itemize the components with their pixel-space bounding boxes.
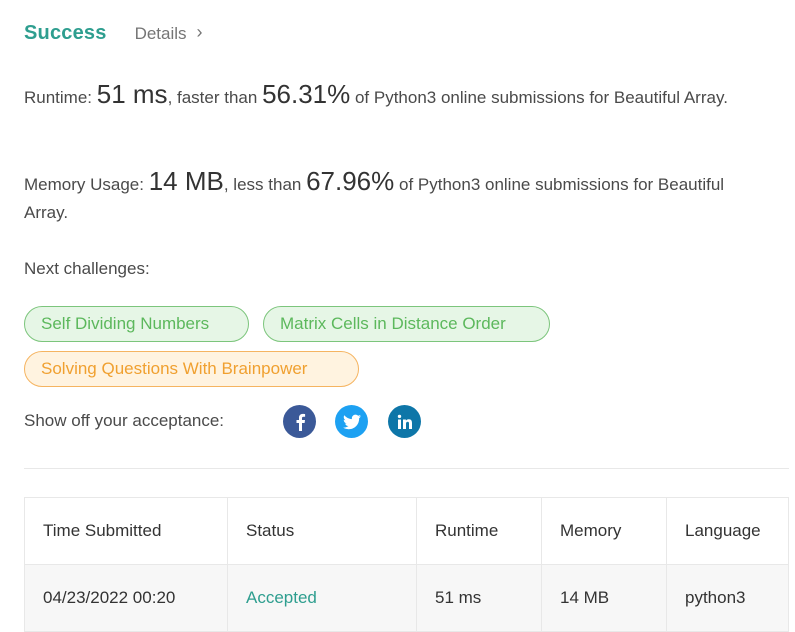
cell-runtime: 51 ms [416,564,542,632]
details-link[interactable]: Details › [134,22,203,44]
memory-mid: , less than [223,175,307,194]
column-header-runtime[interactable]: Runtime [416,497,542,565]
challenge-pill-solving-questions[interactable]: Solving Questions With Brainpower [24,351,359,387]
table-row[interactable]: 04/23/2022 00:20 Accepted 51 ms 14 MB py… [24,564,789,632]
chevron-right-icon: › [196,22,203,42]
details-label: Details [134,23,187,43]
runtime-stat: Runtime: 51 ms, faster than 56.31% of Py… [24,80,764,112]
table-header-row: Time Submitted Status Runtime Memory Lan… [24,497,789,565]
divider [24,468,789,469]
runtime-percent: 56.31% [262,79,351,109]
next-challenges-label: Next challenges: [24,259,150,278]
column-header-memory[interactable]: Memory [541,497,667,565]
cell-time: 04/23/2022 00:20 [24,564,228,632]
runtime-value: 51 ms [96,79,168,109]
runtime-tail: of Python3 online submissions for Beauti… [350,88,728,107]
cell-memory: 14 MB [541,564,667,632]
facebook-icon[interactable] [283,405,316,438]
result-header: Success Details › [24,22,203,45]
runtime-label: Runtime: [24,88,97,107]
twitter-icon[interactable] [335,405,368,438]
column-header-status[interactable]: Status [227,497,417,565]
cell-language: python3 [666,564,789,632]
column-header-language[interactable]: Language [666,497,789,565]
share-label: Show off your acceptance: [24,411,225,430]
memory-percent: 67.96% [306,166,395,196]
linkedin-icon[interactable] [388,405,421,438]
memory-stat: Memory Usage: 14 MB, less than 67.96% of… [24,167,764,227]
column-header-time[interactable]: Time Submitted [24,497,228,565]
challenge-pill-matrix-cells[interactable]: Matrix Cells in Distance Order [263,306,550,342]
memory-label: Memory Usage: [24,175,149,194]
cell-status-link[interactable]: Accepted [227,564,417,632]
submissions-table: Time Submitted Status Runtime Memory Lan… [24,497,789,632]
status-title: Success [24,22,107,44]
memory-value: 14 MB [148,166,224,196]
runtime-mid: , faster than [167,88,263,107]
challenge-pill-self-dividing-numbers[interactable]: Self Dividing Numbers [24,306,249,342]
